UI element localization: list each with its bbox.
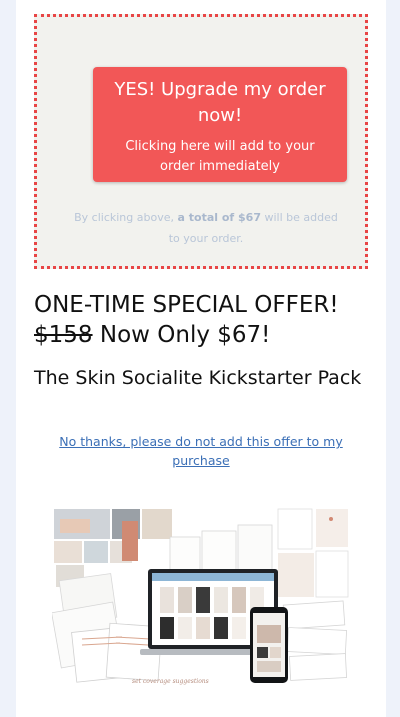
headline-line1: ONE-TIME SPECIAL OFFER! — [34, 292, 339, 318]
product-title: The Skin Socialite Kickstarter Pack — [34, 367, 362, 389]
disclaimer-prefix: By clicking above, — [74, 211, 178, 224]
upgrade-offer-box: YES! Upgrade my order now! Clicking here… — [34, 14, 368, 269]
headline-line2: $158 Now Only $67! — [34, 320, 374, 350]
upgrade-button-subtitle: Clicking here will add to your order imm… — [125, 139, 315, 174]
price-disclaimer: By clicking above, a total of $67 will b… — [67, 207, 345, 249]
disclaimer-total: a total of $67 — [177, 211, 261, 224]
special-offer-headline: ONE-TIME SPECIAL OFFER! $158 Now Only $6… — [34, 290, 374, 350]
decline-offer-link[interactable]: No thanks, please do not add this offer … — [56, 432, 346, 470]
old-price: $158 — [34, 322, 93, 348]
product-bundle-image: set coverage suggestions — [52, 507, 350, 689]
new-price: Now Only $67! — [92, 322, 271, 348]
offer-card: YES! Upgrade my order now! Clicking here… — [16, 0, 386, 717]
image-caption: set coverage suggestions — [132, 678, 209, 685]
upgrade-order-button[interactable]: YES! Upgrade my order now! Clicking here… — [93, 67, 347, 182]
upgrade-button-title: YES! Upgrade my order now! — [114, 79, 326, 126]
